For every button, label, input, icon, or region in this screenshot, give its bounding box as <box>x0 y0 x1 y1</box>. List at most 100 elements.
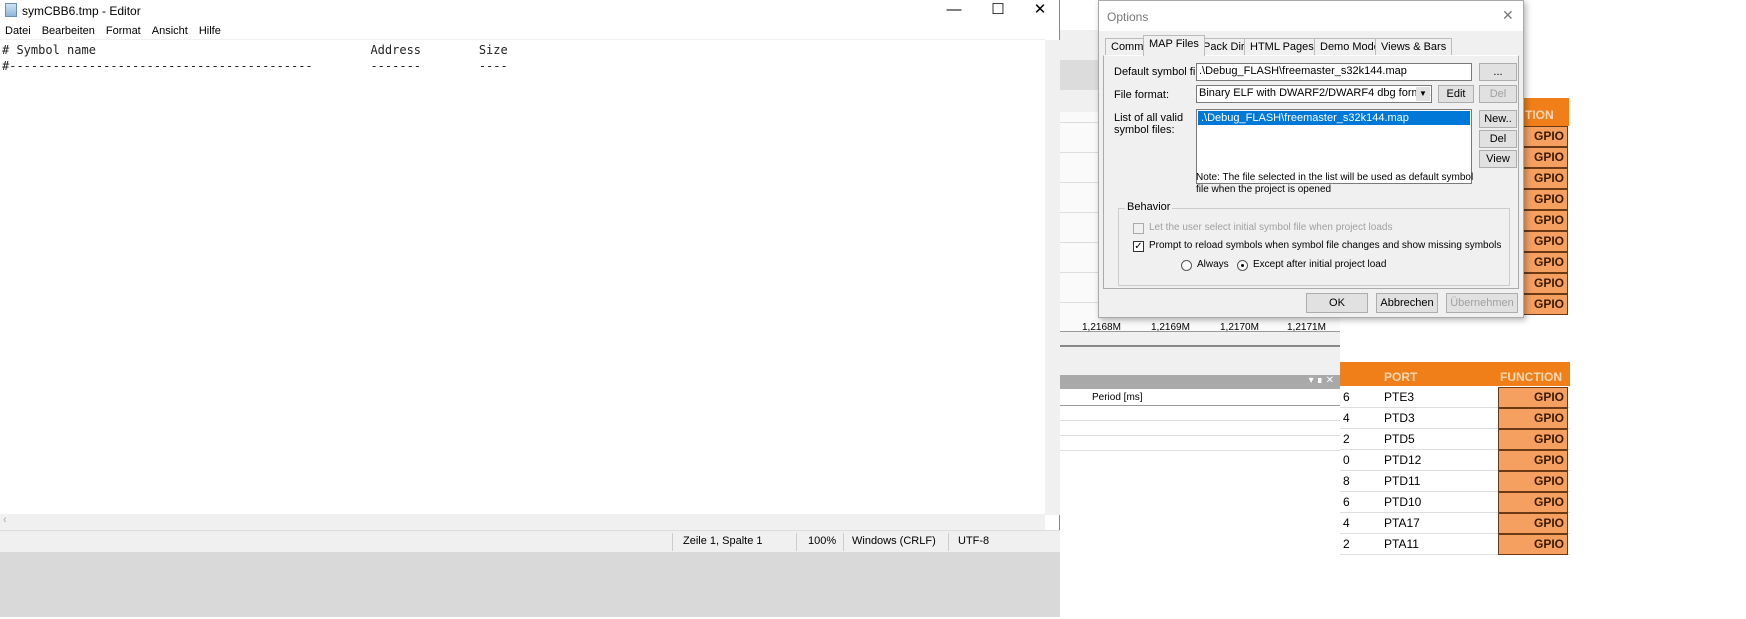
excel-row: 0 PTD12 GPIO <box>1340 450 1570 471</box>
format-del-button: Del <box>1479 85 1517 103</box>
function-cell: GPIO <box>1498 513 1568 534</box>
row-number: 4 <box>1343 516 1350 530</box>
default-symbol-input[interactable]: .\Debug_FLASH\freemaster_s32k144.map <box>1196 63 1472 81</box>
ok-button[interactable]: OK <box>1306 293 1368 313</box>
port-cell: PTD11 <box>1384 474 1421 488</box>
function-cell: GPIO <box>1498 408 1568 429</box>
edit-button[interactable]: Edit <box>1438 85 1474 103</box>
minimize-button[interactable]: — <box>932 0 976 20</box>
excel-row: 8 PTD11 GPIO <box>1340 471 1570 492</box>
row-number: 2 <box>1343 432 1350 446</box>
background-taskbar <box>0 552 1060 617</box>
row-number: 8 <box>1343 474 1350 488</box>
note-text: Note: The file selected in the list will… <box>1196 172 1474 195</box>
close-button[interactable]: ✕ <box>1018 0 1062 20</box>
prompt-reload-label: Prompt to reload symbols when symbol fil… <box>1149 240 1502 251</box>
status-zoom: 100% <box>808 535 837 547</box>
excel-row: 6 PTD10 GPIO <box>1340 492 1570 513</box>
notepad-file-icon <box>5 3 17 17</box>
cancel-button[interactable]: Abbrechen <box>1376 293 1438 313</box>
horizontal-scrollbar[interactable]: ‹ <box>0 514 1045 530</box>
port-cell: PTD12 <box>1384 453 1422 467</box>
function-cell: GPIO <box>1522 210 1568 231</box>
menu-datei[interactable]: Datei <box>0 23 37 37</box>
text-area[interactable]: # Symbol name Address Size #-------------… <box>2 42 508 74</box>
tab-views-bars[interactable]: Views & Bars <box>1375 38 1453 56</box>
function-cell: GPIO <box>1522 252 1568 273</box>
function-cell: GPIO <box>1498 450 1568 471</box>
excel-header-row: PORT FUNCTION <box>1340 362 1570 386</box>
tab-map-files[interactable]: MAP Files <box>1143 35 1205 56</box>
function-cell: GPIO <box>1498 471 1568 492</box>
dialog-title: Options <box>1107 10 1149 24</box>
status-bar: Zeile 1, Spalte 1 100% Windows (CRLF) UT… <box>0 530 1060 552</box>
tab-html-pages[interactable]: HTML Pages <box>1244 38 1320 56</box>
radio-except-label: Except after initial project load <box>1253 259 1387 270</box>
function-cell: GPIO <box>1522 126 1568 147</box>
view-button[interactable]: View <box>1479 150 1517 168</box>
file-format-label: File format: <box>1114 89 1170 101</box>
list-del-button[interactable]: Del <box>1479 130 1517 148</box>
default-symbol-label: Default symbol file: <box>1114 66 1207 78</box>
new-button[interactable]: New.. <box>1479 110 1517 128</box>
function-cell: GPIO <box>1498 534 1568 555</box>
excel-row: 2 PTA11 GPIO <box>1340 534 1570 555</box>
vertical-scrollbar[interactable] <box>1045 40 1060 515</box>
function-cell: GPIO <box>1522 294 1568 315</box>
column-header-period: Period [ms] <box>1092 392 1143 403</box>
axis-tick-label: 1,2171M <box>1287 322 1326 333</box>
tab-panel: Default symbol file: .\Debug_FLASH\freem… <box>1103 55 1519 289</box>
function-cell: GPIO <box>1522 231 1568 252</box>
radio-except[interactable] <box>1237 260 1248 271</box>
prompt-reload-checkbox[interactable]: ✓ <box>1133 241 1144 252</box>
list-item-selected[interactable]: .\Debug_FLASH\freemaster_s32k144.map <box>1198 111 1470 125</box>
apply-button: Übernehmen <box>1446 293 1518 313</box>
menu-bar: Datei Bearbeiten Format Ansicht Hilfe <box>0 23 1045 40</box>
menu-bearbeiten[interactable]: Bearbeiten <box>37 23 101 37</box>
row-number: 4 <box>1343 411 1350 425</box>
text-line: #---------------------------------------… <box>2 59 508 73</box>
port-cell: PTE3 <box>1384 390 1415 404</box>
status-position: Zeile 1, Spalte 1 <box>683 535 763 547</box>
function-cell: GPIO <box>1522 273 1568 294</box>
menu-format[interactable]: Format <box>101 23 147 37</box>
axis-tick-label: 1,2168M <box>1082 322 1121 333</box>
axis-tick-label: 1,2169M <box>1151 322 1190 333</box>
variable-panel: Period [ms] <box>1060 389 1340 619</box>
options-dialog: Options ✕ Comm MAP Files Pack Dir HTML P… <box>1098 0 1524 318</box>
maximize-button[interactable]: ☐ <box>976 0 1020 20</box>
row-number: 6 <box>1343 390 1350 404</box>
function-cell: GPIO <box>1498 492 1568 513</box>
axis-tick-label: 1,2170M <box>1220 322 1259 333</box>
excel-row: 4 PTA17 GPIO <box>1340 513 1570 534</box>
dialog-close-icon[interactable]: ✕ <box>1502 7 1514 24</box>
function-cell: GPIO <box>1498 429 1568 450</box>
menu-ansicht[interactable]: Ansicht <box>147 23 194 37</box>
chevron-down-icon[interactable]: ▼ <box>1416 87 1430 101</box>
panel-titlebar: ▾ ∎ ✕ <box>1060 375 1340 389</box>
status-encoding: UTF-8 <box>958 535 990 547</box>
header-port: PORT <box>1384 370 1418 384</box>
tab-pack-dir[interactable]: Pack Dir <box>1197 38 1251 56</box>
behavior-label: Behavior <box>1125 201 1173 213</box>
port-cell: PTD3 <box>1384 411 1415 425</box>
list-label: List of all valid symbol files: <box>1114 112 1184 136</box>
file-format-select[interactable]: Binary ELF with DWARF2/DWARF4 dbg format… <box>1196 85 1432 103</box>
browse-button[interactable]: ... <box>1479 63 1517 81</box>
title-bar: symCBB6.tmp - Editor — ☐ ✕ <box>0 0 1060 22</box>
excel-row: 2 PTD5 GPIO <box>1340 429 1570 450</box>
function-cell: GPIO <box>1522 189 1568 210</box>
let-user-label: Let the user select initial symbol file … <box>1149 222 1393 233</box>
port-cell: PTA11 <box>1384 537 1419 551</box>
excel-row: 6 PTE3 GPIO <box>1340 387 1570 408</box>
row-number: 0 <box>1343 453 1350 467</box>
behavior-group: Behavior Let the user select initial sym… <box>1118 201 1510 286</box>
radio-always[interactable] <box>1181 260 1192 271</box>
port-cell: PTA17 <box>1384 516 1420 530</box>
port-cell: PTD10 <box>1384 495 1422 509</box>
menu-hilfe[interactable]: Hilfe <box>194 23 227 37</box>
port-cell: PTD5 <box>1384 432 1415 446</box>
let-user-checkbox <box>1133 223 1144 234</box>
excel-row: 4 PTD3 GPIO <box>1340 408 1570 429</box>
row-number: 6 <box>1343 495 1350 509</box>
